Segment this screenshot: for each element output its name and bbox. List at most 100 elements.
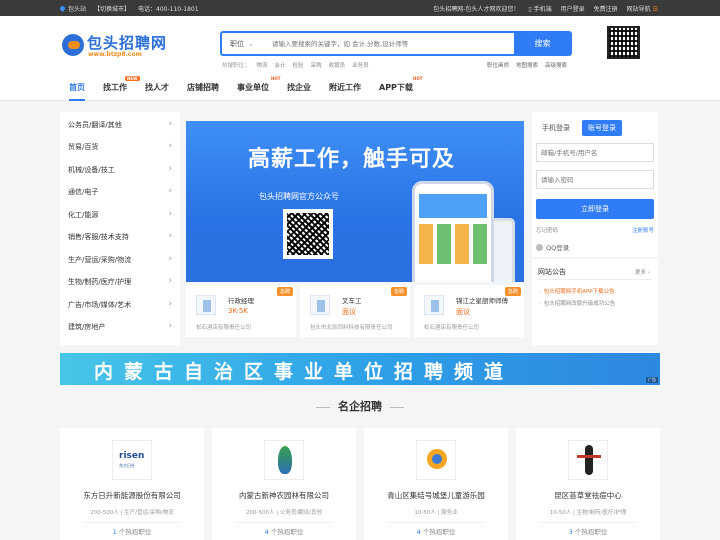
username-field[interactable]	[536, 143, 654, 162]
qr-code-icon	[607, 26, 640, 59]
logo-icon	[62, 34, 84, 56]
category-item[interactable]: 建筑/房地产	[68, 321, 172, 332]
company-name: 青山区集结号城堡儿童游乐园	[387, 491, 485, 500]
category-sidebar: 公务员/翻译/其他 贸易/百货 机械/设备/技工 通信/电子 化工/能源 销售/…	[60, 112, 180, 345]
company-meta: 200-500人 | 生产/营运/采购/物流	[90, 510, 174, 516]
hot-jobs-link[interactable]: 4 个热招职位	[388, 522, 484, 536]
company-meta: 10-50人 | 生物/制药/医疗/护理	[549, 510, 627, 516]
location-label: 包头站	[58, 4, 86, 13]
category-item[interactable]: 化工/能源	[68, 209, 172, 220]
password-field[interactable]	[536, 170, 654, 189]
phone-label: 电话：400-110-1801	[138, 6, 199, 13]
category-item[interactable]: 机械/设备/技工	[68, 164, 172, 175]
hot-search-item[interactable]: 业务员	[352, 61, 369, 69]
job-company: 松石酒店有限责任公司	[196, 325, 252, 331]
nav-find-talent[interactable]: 找人才	[145, 82, 169, 93]
job-salary: 3K-5K	[228, 307, 248, 315]
hot-search-item[interactable]: 会计	[275, 61, 286, 69]
hot-search-item[interactable]: 收银员	[329, 61, 346, 69]
featured-jobs: 急聘 行政经理 3K-5K 松石酒店有限责任公司 急聘 叉车工 面议 包头市北辰…	[186, 285, 524, 337]
hot-badge: HOT	[413, 76, 423, 81]
banner-subtitle: 包头招聘网官方公众号	[259, 192, 339, 201]
job-card[interactable]: 急聘 锦江之星厨师师傅 面议 松石酒店有限责任公司	[414, 285, 524, 337]
search-category-select[interactable]: 职位	[230, 39, 254, 49]
company-card[interactable]: 昆区荟草堂祛痘中心 10-50人 | 生物/制药/医疗/护理 3 个热招职位	[516, 428, 660, 540]
site-logo[interactable]: 包头招聘网 www.btzp8.com	[62, 32, 172, 66]
switch-city-link[interactable]: 【切换城市】	[94, 4, 130, 13]
category-item[interactable]: 公务员/翻译/其他	[68, 119, 172, 130]
forgot-password-link[interactable]: 忘记密码	[536, 228, 558, 234]
job-title: 锦江之星厨师师傅	[456, 297, 508, 305]
hero-banner[interactable]: 高薪工作，触手可及 包头招聘网官方公众号	[186, 121, 524, 282]
search-bar: 职位 搜索	[220, 31, 572, 56]
company-logo	[568, 440, 608, 480]
mobile-link[interactable]: ▯ 手机端	[528, 4, 551, 13]
company-name: 东方日升新能源股份有限公司	[83, 491, 181, 500]
company-meta: 200-500人 | 公务员/翻译/其他	[245, 510, 323, 516]
company-card[interactable]: 青山区集结号城堡儿童游乐园 10-50人 | 服务业 4 个热招职位	[364, 428, 508, 540]
hot-jobs-link[interactable]: 3 个热招职位	[540, 522, 636, 536]
promo-banner[interactable]: 内蒙古自治区事业单位招聘频道 广告	[60, 353, 660, 385]
hot-search-item[interactable]: 物流	[257, 61, 268, 69]
company-logo	[416, 440, 456, 480]
nav-find-job[interactable]: 找工作 NEW	[103, 76, 140, 93]
notice-item[interactable]: 包头招聘网改版升级成功公告	[540, 299, 616, 307]
job-card[interactable]: 急聘 叉车工 面议 包头市北辰饲料科技有限责任公司	[300, 285, 410, 337]
free-register-link[interactable]: 免费注册	[594, 4, 618, 13]
user-login-link[interactable]: 用户登录	[561, 4, 585, 13]
job-company: 包头市北辰饲料科技有限责任公司	[310, 325, 393, 331]
notice-item[interactable]: 包头招聘网手机APP下载公告	[540, 287, 615, 295]
search-input[interactable]	[272, 37, 512, 51]
nav-public-institutions[interactable]: 事业单位 HOT	[237, 76, 280, 93]
login-button[interactable]: 立即登录	[536, 199, 654, 219]
nav-shop-jobs[interactable]: 店铺招聘	[187, 82, 219, 93]
tab-account-login[interactable]: 账号登录	[582, 120, 622, 136]
category-item[interactable]: 销售/客服/技术支持	[68, 231, 172, 242]
promo-text: 内蒙古自治区事业单位招聘频道	[94, 361, 515, 383]
advanced-search-link[interactable]: 高级搜索	[545, 61, 567, 69]
category-item[interactable]: 生物/制药/医疗/护理	[68, 276, 172, 287]
hot-badge: HOT	[271, 76, 281, 81]
phone-illustration	[412, 181, 494, 282]
nav-home[interactable]: 首页	[69, 82, 85, 101]
map-search-link[interactable]: 地图搜索	[516, 61, 538, 69]
tab-mobile-login[interactable]: 手机登录	[536, 120, 576, 136]
divider	[538, 279, 652, 280]
category-item[interactable]: 生产/营运/采购/物流	[68, 254, 172, 265]
company-name: 昆区荟草堂祛痘中心	[554, 491, 622, 500]
login-panel: 手机登录 账号登录 立即登录 忘记密码 注册账号 QQ登录	[532, 112, 658, 257]
nav-app-download[interactable]: APP下载 HOT	[379, 76, 422, 93]
site-nav-link[interactable]: 网站导航 ☰	[627, 4, 658, 13]
wechat-qr-icon	[283, 209, 333, 259]
notice-more-link[interactable]: 更多 ›	[635, 268, 650, 276]
nav-find-company[interactable]: 找企业	[287, 82, 311, 93]
job-card[interactable]: 急聘 行政经理 3K-5K 松石酒店有限责任公司	[186, 285, 296, 337]
company-card[interactable]: risen 东方日升 东方日升新能源股份有限公司 200-500人 | 生产/营…	[60, 428, 204, 540]
search-links: 职位画师 地图搜索 高级搜索	[487, 61, 567, 69]
search-button[interactable]: 搜索	[514, 31, 571, 56]
hot-searches: 热搜职位： 物流 会计 检验 采购 收银员 业务员	[222, 61, 369, 69]
company-card[interactable]: 内蒙古新神农园林有限公司 200-500人 | 公务员/翻译/其他 4 个热招职…	[212, 428, 356, 540]
category-item[interactable]: 贸易/百货	[68, 141, 172, 152]
welcome-text: 包头招聘网-包头人才网欢迎您！	[433, 6, 520, 13]
building-icon	[196, 295, 216, 315]
company-logo: risen 东方日升	[112, 440, 152, 480]
register-link[interactable]: 注册账号	[632, 226, 654, 234]
qq-login-link[interactable]: QQ登录	[536, 242, 569, 252]
hot-search-item[interactable]: 采购	[311, 61, 322, 69]
hot-search-item[interactable]: 检验	[293, 61, 304, 69]
menu-icon: ☰	[652, 6, 658, 13]
hot-jobs-link[interactable]: 1 个热招职位	[84, 522, 180, 536]
job-title: 叉车工	[342, 297, 362, 305]
category-item[interactable]: 通信/电子	[68, 186, 172, 197]
company-logo	[264, 440, 304, 480]
search-link[interactable]: 职位画师	[487, 61, 509, 69]
hot-jobs-link[interactable]: 4 个热招职位	[236, 522, 332, 536]
company-name: 内蒙古新神农园林有限公司	[239, 491, 329, 500]
nav-nearby-jobs[interactable]: 附近工作	[329, 82, 361, 93]
phone-icon: ▯	[528, 6, 532, 13]
banner-headline: 高薪工作，触手可及	[248, 147, 456, 172]
company-cards: risen 东方日升 东方日升新能源股份有限公司 200-500人 | 生产/营…	[60, 428, 660, 540]
section-title: 名企招聘	[0, 398, 720, 414]
category-item[interactable]: 广告/市场/媒体/艺术	[68, 299, 172, 310]
